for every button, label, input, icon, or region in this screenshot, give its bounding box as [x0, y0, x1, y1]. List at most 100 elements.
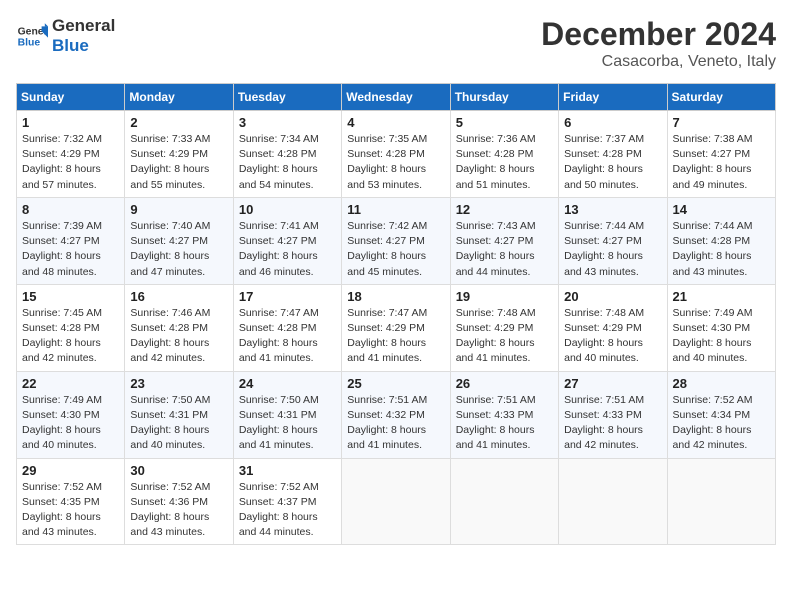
calendar-cell	[450, 458, 558, 545]
day-info: Sunrise: 7:52 AM Sunset: 4:35 PM Dayligh…	[22, 480, 119, 541]
calendar-cell: 4Sunrise: 7:35 AM Sunset: 4:28 PM Daylig…	[342, 111, 450, 198]
day-number: 28	[673, 376, 770, 391]
day-info: Sunrise: 7:49 AM Sunset: 4:30 PM Dayligh…	[673, 306, 770, 367]
weekday-header-wednesday: Wednesday	[342, 84, 450, 111]
day-number: 2	[130, 115, 227, 130]
day-info: Sunrise: 7:49 AM Sunset: 4:30 PM Dayligh…	[22, 393, 119, 454]
day-info: Sunrise: 7:50 AM Sunset: 4:31 PM Dayligh…	[239, 393, 336, 454]
day-info: Sunrise: 7:41 AM Sunset: 4:27 PM Dayligh…	[239, 219, 336, 280]
calendar-cell: 19 Sunrise: 7:48 AM Sunset: 4:29 PM Dayli…	[450, 284, 558, 371]
calendar-cell	[667, 458, 775, 545]
weekday-header-row: SundayMondayTuesdayWednesdayThursdayFrid…	[17, 84, 776, 111]
calendar-week-5: 29 Sunrise: 7:52 AM Sunset: 4:35 PM Dayli…	[17, 458, 776, 545]
day-number: 11	[347, 202, 444, 217]
day-number: 27	[564, 376, 661, 391]
day-number: 13	[564, 202, 661, 217]
day-number: 22	[22, 376, 119, 391]
day-info: Sunrise: 7:36 AM Sunset: 4:28 PM Dayligh…	[456, 132, 553, 193]
weekday-header-friday: Friday	[559, 84, 667, 111]
calendar-cell: 30Sunrise: 7:52 AM Sunset: 4:36 PM Dayli…	[125, 458, 233, 545]
day-number: 23	[130, 376, 227, 391]
day-info: Sunrise: 7:39 AM Sunset: 4:27 PM Dayligh…	[22, 219, 119, 280]
calendar-cell: 18Sunrise: 7:47 AM Sunset: 4:29 PM Dayli…	[342, 284, 450, 371]
day-info: Sunrise: 7:32 AM Sunset: 4:29 PM Dayligh…	[22, 132, 119, 193]
logo-text-general: General	[52, 16, 115, 36]
calendar-cell: 7 Sunrise: 7:38 AM Sunset: 4:27 PM Daylig…	[667, 111, 775, 198]
day-info: Sunrise: 7:34 AM Sunset: 4:28 PM Dayligh…	[239, 132, 336, 193]
day-info: Sunrise: 7:33 AM Sunset: 4:29 PM Dayligh…	[130, 132, 227, 193]
day-number: 29	[22, 463, 119, 478]
calendar-week-2: 8Sunrise: 7:39 AM Sunset: 4:27 PM Daylig…	[17, 197, 776, 284]
day-number: 26	[456, 376, 553, 391]
calendar-cell: 17Sunrise: 7:47 AM Sunset: 4:28 PM Dayli…	[233, 284, 341, 371]
day-number: 31	[239, 463, 336, 478]
day-number: 12	[456, 202, 553, 217]
page-header: General Blue General Blue December 2024 …	[16, 16, 776, 71]
day-number: 25	[347, 376, 444, 391]
day-info: Sunrise: 7:40 AM Sunset: 4:27 PM Dayligh…	[130, 219, 227, 280]
calendar-table: SundayMondayTuesdayWednesdayThursdayFrid…	[16, 83, 776, 545]
day-number: 21	[673, 289, 770, 304]
calendar-cell: 27Sunrise: 7:51 AM Sunset: 4:33 PM Dayli…	[559, 371, 667, 458]
day-number: 9	[130, 202, 227, 217]
day-info: Sunrise: 7:44 AM Sunset: 4:27 PM Dayligh…	[564, 219, 661, 280]
day-info: Sunrise: 7:51 AM Sunset: 4:33 PM Dayligh…	[456, 393, 553, 454]
calendar-cell: 6 Sunrise: 7:37 AM Sunset: 4:28 PM Daylig…	[559, 111, 667, 198]
calendar-cell	[559, 458, 667, 545]
day-info: Sunrise: 7:42 AM Sunset: 4:27 PM Dayligh…	[347, 219, 444, 280]
calendar-cell: 8Sunrise: 7:39 AM Sunset: 4:27 PM Daylig…	[17, 197, 125, 284]
calendar-cell: 31 Sunrise: 7:52 AM Sunset: 4:37 PM Dayli…	[233, 458, 341, 545]
day-info: Sunrise: 7:52 AM Sunset: 4:34 PM Dayligh…	[673, 393, 770, 454]
weekday-header-tuesday: Tuesday	[233, 84, 341, 111]
day-number: 10	[239, 202, 336, 217]
calendar-cell: 10 Sunrise: 7:41 AM Sunset: 4:27 PM Dayli…	[233, 197, 341, 284]
svg-text:Blue: Blue	[18, 38, 41, 49]
calendar-cell: 14Sunrise: 7:44 AM Sunset: 4:28 PM Dayli…	[667, 197, 775, 284]
calendar-cell: 26 Sunrise: 7:51 AM Sunset: 4:33 PM Dayli…	[450, 371, 558, 458]
month-title: December 2024	[541, 16, 776, 53]
day-number: 7	[673, 115, 770, 130]
calendar-cell: 23Sunrise: 7:50 AM Sunset: 4:31 PM Dayli…	[125, 371, 233, 458]
day-info: Sunrise: 7:45 AM Sunset: 4:28 PM Dayligh…	[22, 306, 119, 367]
calendar-cell: 24Sunrise: 7:50 AM Sunset: 4:31 PM Dayli…	[233, 371, 341, 458]
calendar-cell: 20Sunrise: 7:48 AM Sunset: 4:29 PM Dayli…	[559, 284, 667, 371]
calendar-cell: 21 Sunrise: 7:49 AM Sunset: 4:30 PM Dayli…	[667, 284, 775, 371]
calendar-body: 1 Sunrise: 7:32 AM Sunset: 4:29 PM Daylig…	[17, 111, 776, 545]
calendar-cell: 11 Sunrise: 7:42 AM Sunset: 4:27 PM Dayli…	[342, 197, 450, 284]
calendar-cell: 9 Sunrise: 7:40 AM Sunset: 4:27 PM Daylig…	[125, 197, 233, 284]
day-info: Sunrise: 7:48 AM Sunset: 4:29 PM Dayligh…	[456, 306, 553, 367]
day-info: Sunrise: 7:52 AM Sunset: 4:36 PM Dayligh…	[130, 480, 227, 541]
logo-text-blue: Blue	[52, 36, 115, 56]
logo-icon: General Blue	[16, 20, 48, 52]
day-number: 15	[22, 289, 119, 304]
day-number: 5	[456, 115, 553, 130]
calendar-cell: 16 Sunrise: 7:46 AM Sunset: 4:28 PM Dayli…	[125, 284, 233, 371]
calendar-week-1: 1 Sunrise: 7:32 AM Sunset: 4:29 PM Daylig…	[17, 111, 776, 198]
calendar-week-4: 22 Sunrise: 7:49 AM Sunset: 4:30 PM Dayli…	[17, 371, 776, 458]
day-info: Sunrise: 7:46 AM Sunset: 4:28 PM Dayligh…	[130, 306, 227, 367]
weekday-header-sunday: Sunday	[17, 84, 125, 111]
calendar-cell: 15 Sunrise: 7:45 AM Sunset: 4:28 PM Dayli…	[17, 284, 125, 371]
day-info: Sunrise: 7:38 AM Sunset: 4:27 PM Dayligh…	[673, 132, 770, 193]
weekday-header-saturday: Saturday	[667, 84, 775, 111]
location-subtitle: Casacorba, Veneto, Italy	[541, 53, 776, 71]
calendar-header: SundayMondayTuesdayWednesdayThursdayFrid…	[17, 84, 776, 111]
calendar-cell: 13 Sunrise: 7:44 AM Sunset: 4:27 PM Dayli…	[559, 197, 667, 284]
calendar-cell: 22 Sunrise: 7:49 AM Sunset: 4:30 PM Dayli…	[17, 371, 125, 458]
day-info: Sunrise: 7:47 AM Sunset: 4:28 PM Dayligh…	[239, 306, 336, 367]
day-info: Sunrise: 7:48 AM Sunset: 4:29 PM Dayligh…	[564, 306, 661, 367]
day-number: 19	[456, 289, 553, 304]
day-info: Sunrise: 7:43 AM Sunset: 4:27 PM Dayligh…	[456, 219, 553, 280]
day-number: 6	[564, 115, 661, 130]
day-number: 1	[22, 115, 119, 130]
calendar-cell: 28 Sunrise: 7:52 AM Sunset: 4:34 PM Dayli…	[667, 371, 775, 458]
day-info: Sunrise: 7:35 AM Sunset: 4:28 PM Dayligh…	[347, 132, 444, 193]
calendar-cell: 5 Sunrise: 7:36 AM Sunset: 4:28 PM Daylig…	[450, 111, 558, 198]
weekday-header-thursday: Thursday	[450, 84, 558, 111]
day-number: 16	[130, 289, 227, 304]
day-info: Sunrise: 7:52 AM Sunset: 4:37 PM Dayligh…	[239, 480, 336, 541]
day-info: Sunrise: 7:51 AM Sunset: 4:32 PM Dayligh…	[347, 393, 444, 454]
day-info: Sunrise: 7:37 AM Sunset: 4:28 PM Dayligh…	[564, 132, 661, 193]
day-info: Sunrise: 7:47 AM Sunset: 4:29 PM Dayligh…	[347, 306, 444, 367]
title-block: December 2024 Casacorba, Veneto, Italy	[541, 16, 776, 71]
